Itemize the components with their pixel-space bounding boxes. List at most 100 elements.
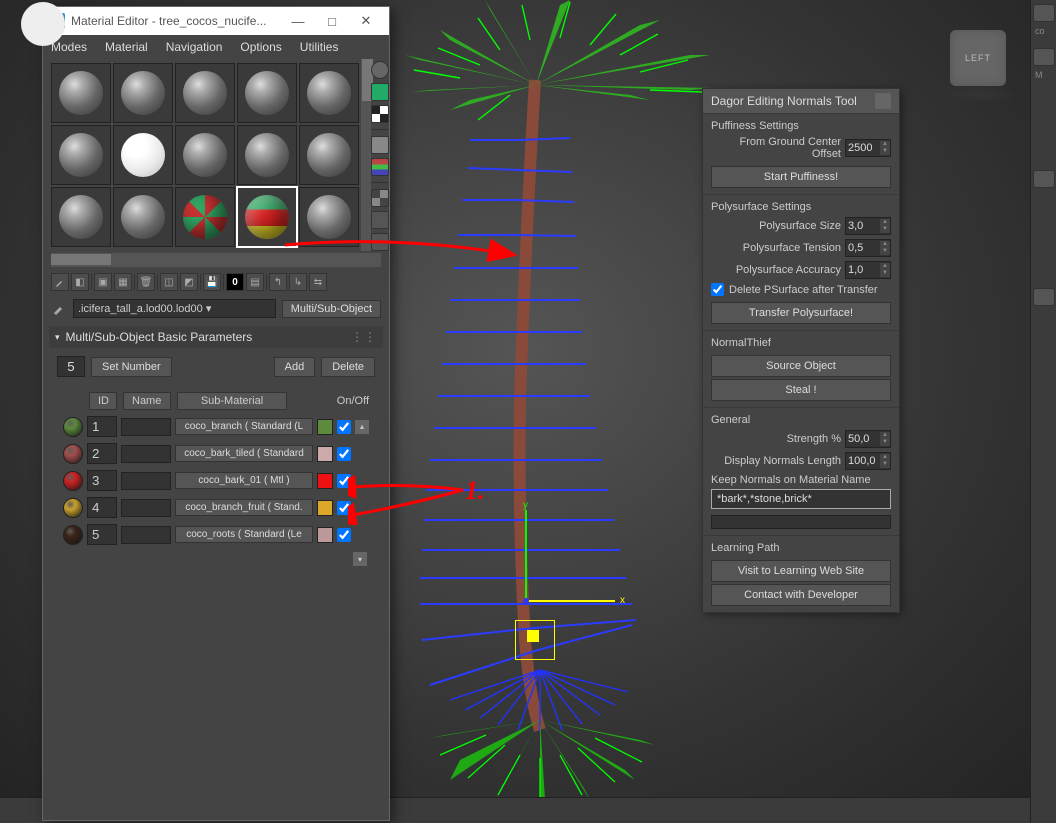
go-sibling-icon[interactable]: ⇆ [309,273,327,291]
menu-utilities[interactable]: Utilities [300,40,339,54]
spinner-arrows-icon[interactable]: ▲▼ [880,263,890,277]
material-map-icon[interactable] [371,211,389,229]
scroll-thumb[interactable] [51,254,111,265]
sample-slot[interactable] [175,187,235,247]
sample-slot-selected[interactable] [237,187,297,247]
sample-slot[interactable] [175,125,235,185]
onoff-checkbox[interactable] [337,420,351,434]
put-to-scene-icon[interactable]: ◩ [180,273,198,291]
offset-spinner[interactable]: ▲▼ [845,139,891,157]
go-forward-icon[interactable]: ↳ [289,273,307,291]
panel-titlebar[interactable]: Dagor Editing Normals Tool [703,89,899,113]
id-field[interactable] [87,416,117,437]
material-type-button[interactable]: Multi/Sub-Object [282,300,381,318]
trash-icon[interactable]: 🗑 [137,273,155,291]
titlebar[interactable]: 3 Material Editor - tree_cocos_nucife...… [43,7,389,35]
menu-navigation[interactable]: Navigation [166,40,223,54]
sample-slot[interactable] [237,63,297,123]
onoff-checkbox[interactable] [337,528,351,542]
swatch-icon[interactable] [63,444,83,464]
viewcube[interactable]: LEFT [950,30,1006,86]
scroll-up-icon[interactable]: ▴ [355,420,369,434]
assign-material-icon[interactable]: ◧ [71,273,89,291]
strength-spinner[interactable]: ▲▼ [845,430,891,448]
visit-website-button[interactable]: Visit to Learning Web Site [711,560,891,582]
panel-tab[interactable] [1033,4,1055,22]
drag-handle-icon[interactable]: ⋮⋮ [351,330,377,344]
scroll-down-icon[interactable]: ▾ [353,552,367,566]
transfer-polysurface-button[interactable]: Transfer Polysurface! [711,302,891,324]
pick-icon[interactable] [51,301,67,317]
submaterial-button[interactable]: coco_bark_01 ( Mtl ) [175,472,313,489]
panel-tab[interactable] [1033,288,1055,306]
id-field[interactable] [87,497,117,518]
swatch-icon[interactable] [63,498,83,518]
length-spinner[interactable]: ▲▼ [845,452,891,470]
submaterial-button[interactable]: coco_branch ( Standard (L [175,418,313,435]
color-swatch[interactable] [317,473,333,489]
material-name-field[interactable]: .icifera_tall_a.lod00.lod00 ▾ [73,299,276,318]
source-object-button[interactable]: Source Object [711,355,891,377]
delete-button[interactable]: Delete [321,357,375,377]
sample-slot[interactable] [299,187,359,247]
axis-z[interactable] [523,598,529,604]
sample-slot[interactable] [51,63,111,123]
delete-psurface-checkbox[interactable] [711,283,724,296]
color-swatch[interactable] [317,446,333,462]
sample-slot[interactable] [51,187,111,247]
panel-close-button[interactable] [875,93,891,109]
id-field[interactable] [87,470,117,491]
accuracy-spinner[interactable]: ▲▼ [845,261,891,279]
tension-input[interactable] [846,242,880,254]
header-sub[interactable]: Sub-Material [177,392,287,410]
header-name[interactable]: Name [123,392,171,410]
menu-modes[interactable]: Modes [51,40,87,54]
name-field[interactable] [121,418,171,436]
onoff-checkbox[interactable] [337,501,351,515]
minimize-button[interactable]: — [281,7,315,35]
swatch-icon[interactable] [63,525,83,545]
backlight-icon[interactable] [371,83,389,101]
name-field[interactable] [121,445,171,463]
spinner-arrows-icon[interactable]: ▲▼ [880,141,890,155]
steal-button[interactable]: Steal ! [711,379,891,401]
tension-spinner[interactable]: ▲▼ [845,239,891,257]
save-icon[interactable]: 💾 [203,273,221,291]
color-swatch[interactable] [317,419,333,435]
spinner-arrows-icon[interactable]: ▲▼ [880,432,890,446]
sample-type-icon[interactable] [371,61,389,79]
show-map-icon[interactable]: ▤ [246,273,264,291]
sample-slot[interactable] [299,63,359,123]
keep-normals-input[interactable] [711,489,891,509]
strength-input[interactable] [846,433,880,445]
options-icon[interactable] [371,189,389,207]
add-button[interactable]: Add [274,357,316,377]
video-color-icon[interactable] [371,158,389,176]
put-to-library-icon[interactable]: ▦ [114,273,132,291]
swatch-icon[interactable] [63,471,83,491]
spinner-arrows-icon[interactable]: ▲▼ [880,241,890,255]
name-field[interactable] [121,526,171,544]
offset-input[interactable] [846,142,880,154]
panel-tab[interactable] [1033,170,1055,188]
eyedropper-icon[interactable] [51,273,69,291]
submaterial-button[interactable]: coco_bark_tiled ( Standard [175,445,313,462]
sample-slot[interactable] [237,125,297,185]
name-field[interactable] [121,499,171,517]
start-puffiness-button[interactable]: Start Puffiness! [711,166,891,188]
onoff-checkbox[interactable] [337,447,351,461]
sample-slot[interactable] [113,125,173,185]
slots-hscroll[interactable] [51,253,381,267]
slots-vscroll[interactable] [361,59,371,251]
id-field[interactable] [87,443,117,464]
submaterial-button[interactable]: coco_branch_fruit ( Stand. [175,499,313,516]
onoff-checkbox[interactable] [337,474,351,488]
size-input[interactable] [846,220,880,232]
maximize-button[interactable]: □ [315,7,349,35]
header-id[interactable]: ID [89,392,117,410]
close-button[interactable]: ✕ [349,7,383,35]
spinner-arrows-icon[interactable]: ▲▼ [880,219,890,233]
sample-uv-icon[interactable] [371,136,389,154]
sample-slot[interactable] [51,125,111,185]
set-number-button[interactable]: Set Number [91,357,172,377]
